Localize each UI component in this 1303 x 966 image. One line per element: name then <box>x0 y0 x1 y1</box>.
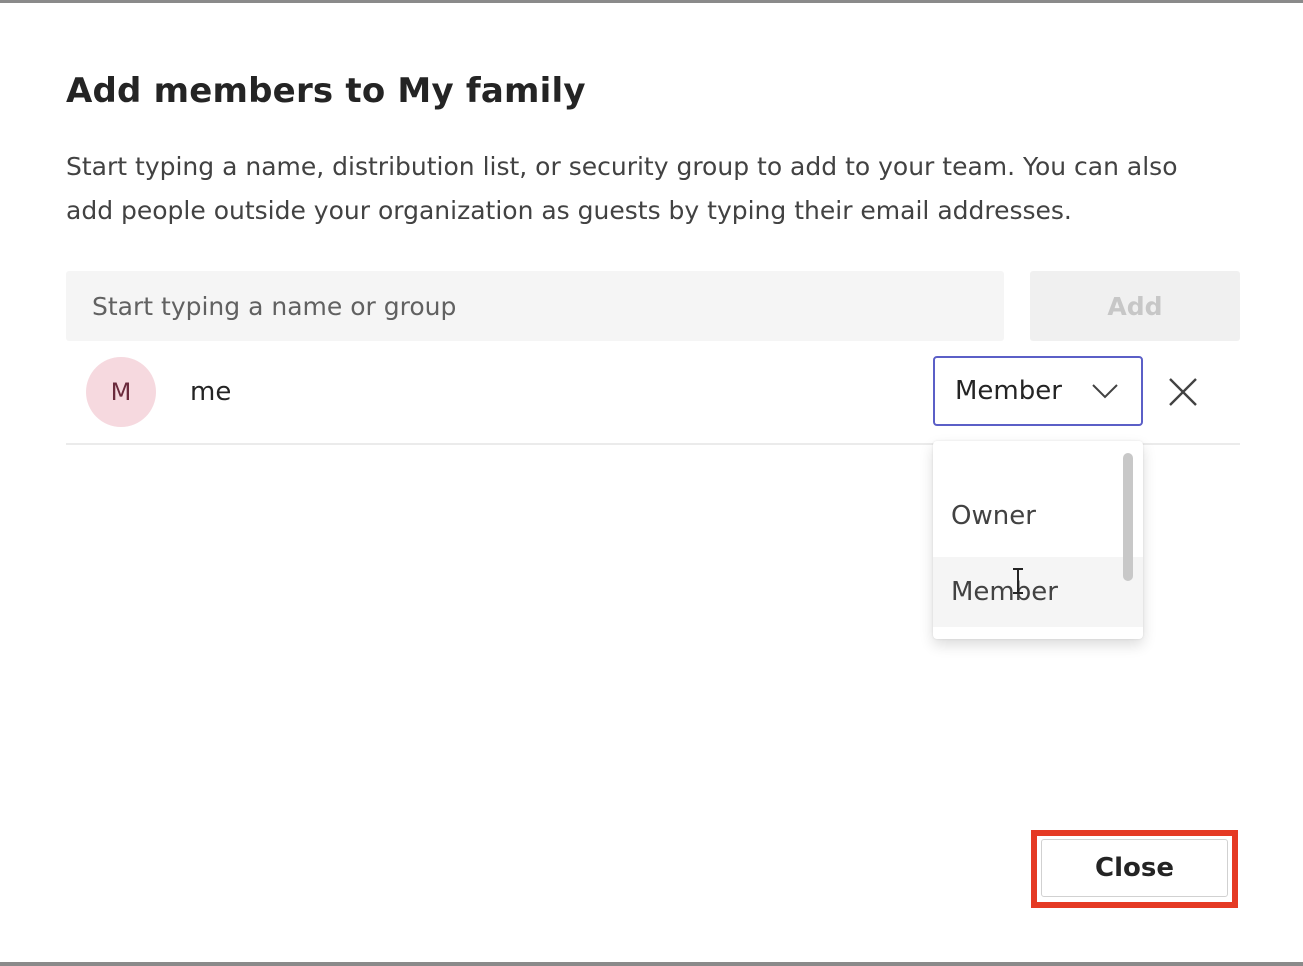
add-button[interactable]: Add <box>1030 271 1240 341</box>
avatar: M <box>86 357 156 427</box>
role-option-member[interactable]: Member <box>933 557 1143 627</box>
dropdown-scrollbar[interactable] <box>1123 453 1133 581</box>
role-dropdown-value: Member <box>955 376 1062 406</box>
close-button[interactable]: Close <box>1041 839 1228 897</box>
member-row: M me Member <box>66 353 1240 445</box>
dialog-title: Add members to My family <box>66 71 586 111</box>
add-members-dialog: Add members to My family Start typing a … <box>0 0 1303 966</box>
close-icon[interactable] <box>1166 375 1200 409</box>
role-option-owner[interactable]: Owner <box>933 481 1143 551</box>
text-cursor-icon <box>1013 568 1023 594</box>
search-input[interactable] <box>66 271 1004 341</box>
member-name: me <box>190 377 232 407</box>
role-dropdown-menu: Owner Member <box>933 441 1143 639</box>
role-dropdown[interactable]: Member <box>933 356 1143 426</box>
chevron-down-icon <box>1092 384 1118 399</box>
dialog-description: Start typing a name, distribution list, … <box>66 152 1178 225</box>
